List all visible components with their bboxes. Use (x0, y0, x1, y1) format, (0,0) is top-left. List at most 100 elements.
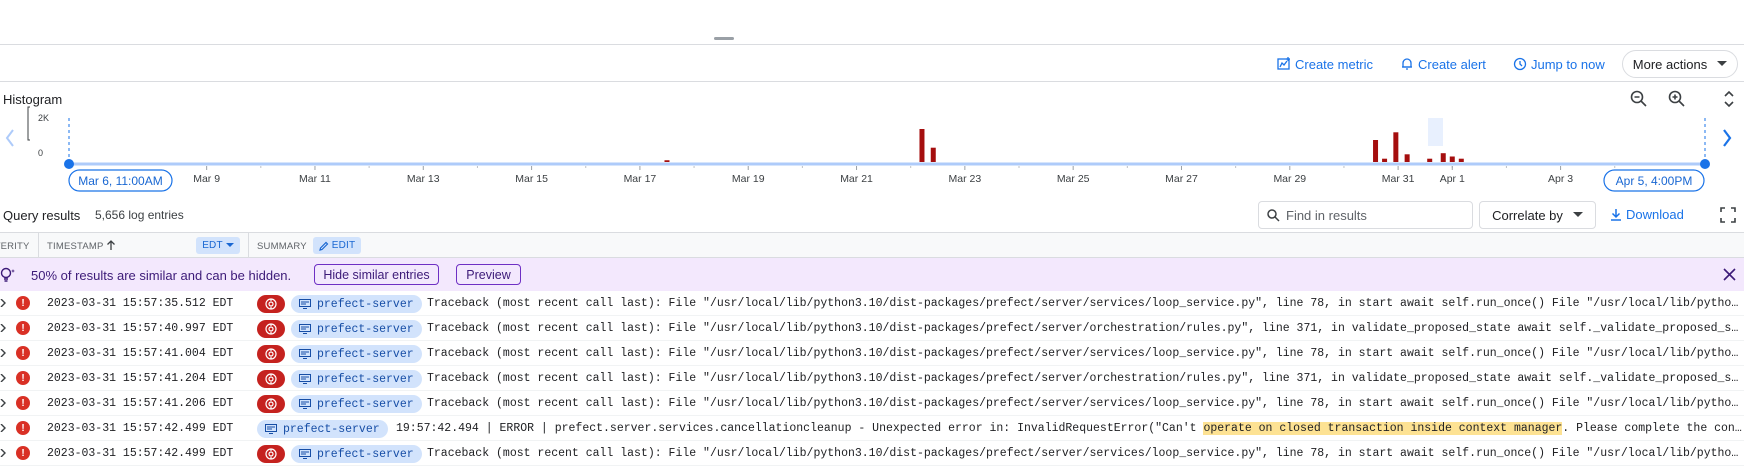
histogram-bar[interactable] (1382, 158, 1388, 162)
y-tick-min: 0 (38, 148, 43, 158)
error-severity-icon: ! (16, 346, 30, 360)
download-icon (1611, 209, 1621, 221)
x-tick-label: Mar 17 (624, 173, 657, 185)
sort-ascending-icon[interactable] (106, 240, 116, 251)
preview-button[interactable]: Preview (456, 264, 521, 285)
log-entry-row[interactable]: ! 2023-03-31 15:57:40.997 EDT prefect-serv… (0, 316, 1744, 341)
create-metric-button[interactable]: Create metric (1277, 54, 1373, 74)
histogram-chart: 2K 0 Mar 9 Mar 11 Mar 13 Mar 15 Mar 17 Mar 19… (5, 106, 1732, 192)
log-timestamp: 2023-03-31 15:57:35.512 EDT (47, 297, 234, 310)
more-actions-button[interactable]: More actions (1622, 50, 1738, 78)
error-severity-icon: ! (16, 321, 30, 335)
service-chip[interactable]: prefect-server (257, 420, 388, 438)
service-chip[interactable]: prefect-server (291, 370, 422, 388)
app-icon (265, 298, 277, 310)
histogram-bar[interactable] (664, 160, 670, 162)
server-icon (299, 324, 311, 334)
histogram-next-arrow[interactable] (1723, 129, 1732, 147)
histogram-prev-arrow[interactable] (5, 129, 14, 147)
expand-chevron-icon[interactable] (0, 374, 6, 382)
similar-entries-banner: 50% of results are similar and can be hi… (0, 258, 1744, 291)
log-entry-row[interactable]: ! 2023-03-31 15:57:35.512 EDT prefect-serv… (0, 291, 1744, 316)
histogram-bar[interactable] (1449, 156, 1455, 163)
app-chip[interactable] (257, 445, 285, 463)
find-in-results-input[interactable]: Find in results (1258, 201, 1473, 229)
app-icon (265, 348, 277, 360)
x-tick-label: Mar 23 (949, 173, 982, 185)
expand-chevron-icon[interactable] (0, 299, 6, 307)
service-chip[interactable]: prefect-server (291, 295, 422, 313)
correlate-label: Correlate by (1492, 207, 1563, 223)
jump-to-now-label: Jump to now (1531, 56, 1605, 72)
app-chip[interactable] (257, 320, 285, 338)
severity-column-header[interactable]: SEVERITY (0, 241, 30, 252)
error-severity-icon: ! (16, 371, 30, 385)
range-end-handle[interactable] (1700, 159, 1710, 169)
fullscreen-icon[interactable] (1720, 207, 1736, 223)
service-name: prefect-server (317, 447, 414, 461)
search-icon (1267, 208, 1280, 222)
histogram-bar[interactable] (1404, 154, 1410, 162)
timestamp-column-header[interactable]: TIMESTAMP (47, 241, 104, 252)
histogram-bar[interactable] (919, 129, 925, 162)
create-alert-button[interactable]: Create alert (1400, 54, 1486, 74)
histogram-bar[interactable] (1440, 153, 1446, 162)
error-severity-icon: ! (16, 421, 30, 435)
log-summary: Traceback (most recent call last): File … (427, 347, 1742, 360)
service-chip[interactable]: prefect-server (291, 345, 422, 363)
app-icon (265, 323, 277, 335)
histogram-bars (664, 129, 1464, 163)
correlate-by-dropdown[interactable]: Correlate by (1479, 201, 1596, 229)
app-chip[interactable] (257, 395, 285, 413)
server-icon (265, 424, 277, 434)
histogram-bar[interactable] (1458, 158, 1464, 162)
service-chip[interactable]: prefect-server (291, 395, 422, 413)
hide-similar-entries-button[interactable]: Hide similar entries (314, 264, 439, 285)
log-summary: Traceback (most recent call last): File … (427, 397, 1742, 410)
service-chip[interactable]: prefect-server (291, 320, 422, 338)
x-tick-label: Mar 25 (1057, 173, 1090, 185)
edit-label: EDIT (331, 240, 356, 251)
histogram-bar[interactable] (1373, 140, 1379, 162)
error-severity-icon: ! (16, 446, 30, 460)
log-entry-row[interactable]: ! 2023-03-31 15:57:41.004 EDT prefect-serv… (0, 341, 1744, 366)
close-icon[interactable] (1723, 268, 1736, 281)
server-icon (299, 299, 311, 309)
app-chip[interactable] (257, 295, 285, 313)
log-entry-row[interactable]: ! 2023-03-31 15:57:42.499 EDT prefect-serv… (0, 441, 1744, 466)
log-timestamp: 2023-03-31 15:57:41.204 EDT (47, 372, 234, 385)
range-start-handle[interactable] (64, 159, 74, 169)
app-icon (265, 448, 277, 460)
x-tick-label: Apr 3 (1548, 173, 1573, 185)
app-chip[interactable] (257, 370, 285, 388)
log-summary: Traceback (most recent call last): File … (427, 372, 1742, 385)
expand-chevron-icon[interactable] (0, 399, 6, 407)
expand-chevron-icon[interactable] (0, 449, 6, 457)
column-divider[interactable] (38, 233, 39, 257)
app-icon (265, 398, 277, 410)
log-entry-row[interactable]: ! 2023-03-31 15:57:41.204 EDT prefect-serv… (0, 366, 1744, 391)
jump-to-now-button[interactable]: Jump to now (1513, 54, 1605, 74)
histogram-bar[interactable] (930, 147, 936, 162)
histogram-bar[interactable] (1393, 132, 1399, 162)
query-results-title: Query results (3, 208, 81, 223)
similar-entries-text: 50% of results are similar and can be hi… (31, 268, 292, 283)
action-bar: Create metric Create alert Jump to now M… (0, 46, 1744, 82)
expand-chevron-icon[interactable] (0, 424, 6, 432)
log-entry-row[interactable]: ! 2023-03-31 15:57:42.499 EDT prefect-serv… (0, 416, 1744, 441)
expand-chevron-icon[interactable] (0, 349, 6, 357)
column-divider[interactable] (248, 233, 249, 257)
expand-chevron-icon[interactable] (0, 324, 6, 332)
app-chip[interactable] (257, 345, 285, 363)
service-chip[interactable]: prefect-server (291, 445, 422, 463)
find-placeholder: Find in results (1286, 207, 1367, 223)
resize-handle[interactable] (714, 37, 734, 40)
x-tick-label: Mar 21 (840, 173, 873, 185)
log-entry-row[interactable]: ! 2023-03-31 15:57:41.206 EDT prefect-serv… (0, 391, 1744, 416)
lightbulb-icon (0, 267, 15, 282)
edit-summary-button[interactable]: EDIT (313, 237, 361, 254)
download-button[interactable]: Download (1610, 207, 1684, 222)
error-severity-icon: ! (16, 296, 30, 310)
timezone-selector[interactable]: EDT (196, 237, 240, 254)
histogram-bar[interactable] (1427, 158, 1433, 162)
